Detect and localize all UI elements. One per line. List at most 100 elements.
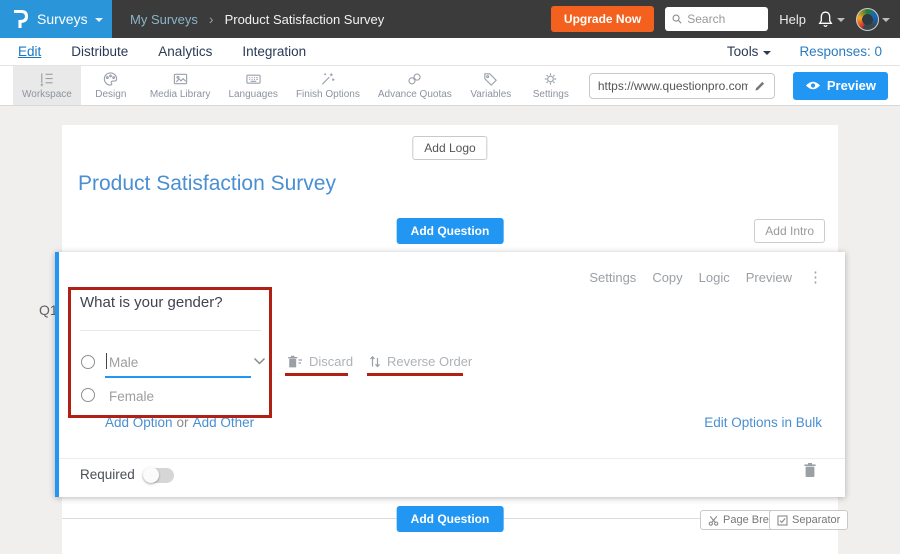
toolbar-item-advance-quotas[interactable]: Advance Quotas [369,66,461,105]
radio-option-female[interactable] [81,388,95,402]
avatar [856,8,879,31]
responses-count[interactable]: Responses: 0 [799,44,882,59]
image-icon [172,71,189,87]
toolbar-item-finish-options[interactable]: Finish Options [287,66,369,105]
annotation-underline-discard [285,373,348,376]
tab-analytics[interactable]: Analytics [158,44,212,59]
tools-menu-label: Tools [727,44,759,59]
radio-option-male[interactable] [81,355,95,369]
eye-icon [805,80,821,91]
annotation-underline-reverse-order [367,373,463,376]
add-intro-button[interactable]: Add Intro [754,219,825,243]
question-logic-link[interactable]: Logic [699,270,730,285]
add-question-button-top[interactable]: Add Question [397,218,504,244]
question-preview-link[interactable]: Preview [746,270,792,285]
chevron-down-icon[interactable] [253,357,266,366]
tab-integration[interactable]: Integration [242,44,306,59]
toolbar-item-workspace[interactable]: Workspace [13,66,81,105]
search-box [665,7,768,31]
checkbox-icon [777,515,788,526]
account-menu[interactable] [856,8,890,31]
add-question-button-bottom[interactable]: Add Question [397,506,504,532]
editor-toolbar: Workspace Design Media Library Languages [0,66,900,106]
toolbar-item-media-library[interactable]: Media Library [141,66,220,105]
add-option-row: Add Option or Add Other [105,415,254,430]
toolbar-item-label: Media Library [150,89,211,100]
question-divider [80,330,261,331]
toolbar-item-variables[interactable]: Variables [461,66,521,105]
surveys-menu[interactable]: Surveys [0,0,112,38]
text-cursor [106,353,107,369]
edit-options-in-bulk-link[interactable]: Edit Options in Bulk [704,415,822,430]
reverse-order-icon [369,355,381,368]
breadcrumb-my-surveys[interactable]: My Surveys [130,12,198,27]
add-logo-button[interactable]: Add Logo [412,136,487,160]
reverse-order-button[interactable]: Reverse Order [369,354,472,369]
preview-button[interactable]: Preview [793,72,888,100]
topbar-actions: Upgrade Now Help [551,6,900,32]
survey-url-text: https://www.questionpro.com/t/ [598,79,748,93]
toolbar-item-languages[interactable]: Languages [219,66,287,105]
chevron-down-icon [882,18,890,22]
tab-edit[interactable]: Edit [18,44,41,59]
discard-option-button[interactable]: Discard [287,354,353,369]
delete-question-button[interactable] [803,462,817,481]
chain-links-icon [406,71,423,87]
section-nav-right: Tools Responses: 0 [727,44,882,59]
breadcrumb-separator-icon: › [209,11,214,27]
tools-menu[interactable]: Tools [727,44,772,59]
required-toggle[interactable] [143,468,174,483]
toolbar-item-label: Finish Options [296,89,360,100]
workspace-icon [38,71,55,87]
surveys-menu-label: Surveys [37,11,88,27]
question-settings-link[interactable]: Settings [589,270,636,285]
discard-trash-icon [287,355,303,369]
question-copy-link[interactable]: Copy [652,270,682,285]
upgrade-now-button[interactable]: Upgrade Now [551,6,654,32]
help-link[interactable]: Help [779,12,806,27]
chevron-down-icon [763,51,771,55]
option-label-male[interactable]: Male [109,355,138,370]
palette-icon [102,71,119,87]
keyboard-icon [245,71,262,87]
chevron-down-icon [95,18,103,22]
questionpro-survey-editor: Surveys My Surveys › Product Satisfactio… [0,0,900,554]
toolbar-right: https://www.questionpro.com/t/ Preview [589,66,900,105]
toolbar-item-label: Settings [533,89,569,100]
toolbar-item-settings[interactable]: Settings [521,66,581,105]
survey-title[interactable]: Product Satisfaction Survey [78,172,336,196]
survey-url-field[interactable]: https://www.questionpro.com/t/ [589,73,775,99]
question-text[interactable]: What is your gender? [80,294,223,311]
add-other-link[interactable]: Add Other [193,415,255,430]
toolbar-item-label: Languages [228,89,278,100]
search-icon [672,13,682,25]
add-option-link[interactable]: Add Option [105,415,173,430]
or-label: or [177,415,189,430]
trash-icon [803,462,817,478]
tag-icon [482,71,499,87]
edit-pencil-icon[interactable] [754,80,766,92]
magic-wand-icon [319,71,336,87]
survey-canvas: Add Logo Product Satisfaction Survey Add… [0,106,900,554]
toolbar-item-label: Variables [470,89,511,100]
gear-icon [542,71,559,87]
toolbar-item-design[interactable]: Design [81,66,141,105]
bell-icon [817,10,834,28]
breadcrumb: My Surveys › Product Satisfaction Survey [130,11,384,27]
toggle-knob [143,467,159,483]
toolbar-item-label: Design [95,89,126,100]
reverse-order-label: Reverse Order [387,354,472,369]
more-vertical-icon[interactable]: ⋮ [808,268,823,286]
section-nav: Edit Distribute Analytics Integration To… [0,38,900,66]
search-input[interactable] [687,12,761,26]
option-edit-underline [105,376,251,378]
question-menu: Settings Copy Logic Preview ⋮ [589,268,823,286]
tab-distribute[interactable]: Distribute [71,44,128,59]
separator-button[interactable]: Separator [769,510,848,530]
questionpro-logo-icon [9,8,30,31]
option-label-female[interactable]: Female [109,389,154,404]
toolbar-item-label: Advance Quotas [378,89,452,100]
notifications-menu[interactable] [817,10,845,28]
nav-tabs: Edit Distribute Analytics Integration [18,44,306,59]
required-label: Required [80,467,135,482]
